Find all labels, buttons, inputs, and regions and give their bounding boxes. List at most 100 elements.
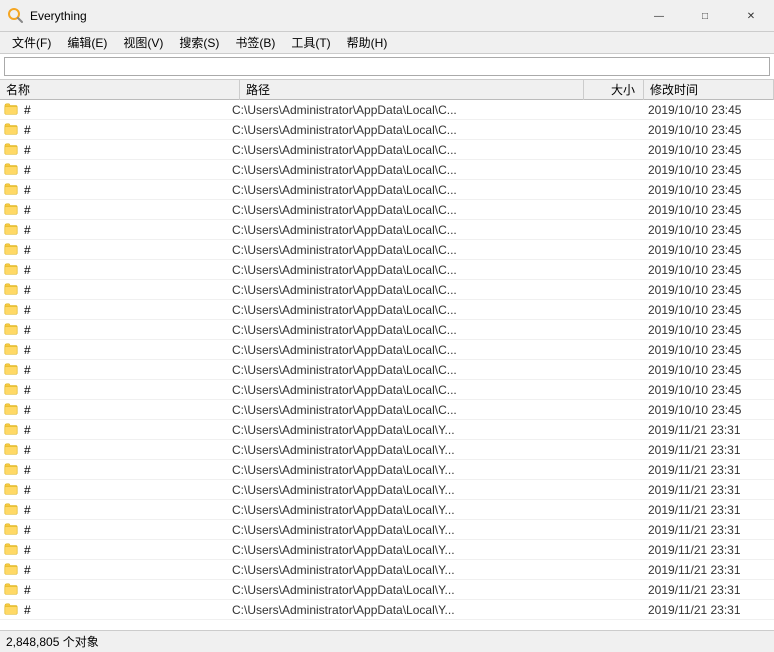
- menu-item-t[interactable]: 工具(T): [283, 32, 338, 53]
- table-row[interactable]: # C:\Users\Administrator\AppData\Local\Y…: [0, 540, 774, 560]
- cell-modified: 2019/11/21 23:31: [644, 443, 774, 457]
- cell-modified: 2019/10/10 23:45: [644, 403, 774, 417]
- col-header-path[interactable]: 路径: [240, 80, 584, 100]
- cell-name: #: [24, 583, 228, 597]
- cell-name: #: [24, 563, 228, 577]
- cell-modified: 2019/11/21 23:31: [644, 563, 774, 577]
- table-row[interactable]: # C:\Users\Administrator\AppData\Local\C…: [0, 320, 774, 340]
- cell-path: C:\Users\Administrator\AppData\Local\C..…: [228, 203, 584, 217]
- table-row[interactable]: # C:\Users\Administrator\AppData\Local\C…: [0, 400, 774, 420]
- table-row[interactable]: # C:\Users\Administrator\AppData\Local\C…: [0, 280, 774, 300]
- cell-path: C:\Users\Administrator\AppData\Local\Y..…: [228, 423, 584, 437]
- cell-name: #: [24, 143, 228, 157]
- cell-path: C:\Users\Administrator\AppData\Local\C..…: [228, 143, 584, 157]
- table-row[interactable]: # C:\Users\Administrator\AppData\Local\C…: [0, 340, 774, 360]
- folder-icon: [4, 122, 22, 138]
- menu-item-s[interactable]: 搜索(S): [171, 32, 227, 53]
- cell-path: C:\Users\Administrator\AppData\Local\Y..…: [228, 443, 584, 457]
- cell-modified: 2019/10/10 23:45: [644, 303, 774, 317]
- cell-name: #: [24, 483, 228, 497]
- cell-name: #: [24, 103, 228, 117]
- title-bar: Everything — □ ✕: [0, 0, 774, 32]
- cell-path: C:\Users\Administrator\AppData\Local\C..…: [228, 303, 584, 317]
- table-row[interactable]: # C:\Users\Administrator\AppData\Local\C…: [0, 100, 774, 120]
- table-row[interactable]: # C:\Users\Administrator\AppData\Local\Y…: [0, 440, 774, 460]
- folder-icon: [4, 382, 22, 398]
- folder-icon: [4, 202, 22, 218]
- menu-item-h[interactable]: 帮助(H): [339, 32, 396, 53]
- cell-modified: 2019/10/10 23:45: [644, 183, 774, 197]
- cell-modified: 2019/11/21 23:31: [644, 503, 774, 517]
- folder-icon: [4, 282, 22, 298]
- table-row[interactable]: # C:\Users\Administrator\AppData\Local\Y…: [0, 420, 774, 440]
- cell-name: #: [24, 283, 228, 297]
- main-content: 名称 路径 大小 修改时间 # C:\Users\Administrator\A…: [0, 80, 774, 630]
- table-row[interactable]: # C:\Users\Administrator\AppData\Local\C…: [0, 240, 774, 260]
- cell-modified: 2019/10/10 23:45: [644, 103, 774, 117]
- folder-icon: [4, 302, 22, 318]
- column-headers: 名称 路径 大小 修改时间: [0, 80, 774, 100]
- folder-icon: [4, 602, 22, 618]
- status-bar: 2,848,805 个对象: [0, 630, 774, 652]
- maximize-button[interactable]: □: [682, 0, 728, 32]
- table-row[interactable]: # C:\Users\Administrator\AppData\Local\Y…: [0, 560, 774, 580]
- cell-modified: 2019/10/10 23:45: [644, 123, 774, 137]
- cell-modified: 2019/11/21 23:31: [644, 483, 774, 497]
- col-header-modified[interactable]: 修改时间: [644, 80, 774, 100]
- folder-icon: [4, 402, 22, 418]
- search-bar: [0, 54, 774, 80]
- cell-path: C:\Users\Administrator\AppData\Local\C..…: [228, 403, 584, 417]
- menu-item-e[interactable]: 编辑(E): [59, 32, 115, 53]
- folder-icon: [4, 562, 22, 578]
- table-row[interactable]: # C:\Users\Administrator\AppData\Local\C…: [0, 120, 774, 140]
- cell-path: C:\Users\Administrator\AppData\Local\Y..…: [228, 603, 584, 617]
- menu-item-v[interactable]: 视图(V): [115, 32, 171, 53]
- table-row[interactable]: # C:\Users\Administrator\AppData\Local\C…: [0, 160, 774, 180]
- cell-path: C:\Users\Administrator\AppData\Local\Y..…: [228, 463, 584, 477]
- table-row[interactable]: # C:\Users\Administrator\AppData\Local\Y…: [0, 500, 774, 520]
- cell-modified: 2019/11/21 23:31: [644, 523, 774, 537]
- folder-icon: [4, 442, 22, 458]
- table-row[interactable]: # C:\Users\Administrator\AppData\Local\C…: [0, 220, 774, 240]
- cell-path: C:\Users\Administrator\AppData\Local\C..…: [228, 263, 584, 277]
- cell-path: C:\Users\Administrator\AppData\Local\C..…: [228, 103, 584, 117]
- folder-icon: [4, 182, 22, 198]
- status-text: 2,848,805 个对象: [6, 633, 99, 650]
- cell-modified: 2019/11/21 23:31: [644, 463, 774, 477]
- table-row[interactable]: # C:\Users\Administrator\AppData\Local\Y…: [0, 460, 774, 480]
- close-button[interactable]: ✕: [728, 0, 774, 32]
- folder-icon: [4, 222, 22, 238]
- cell-modified: 2019/10/10 23:45: [644, 343, 774, 357]
- minimize-button[interactable]: —: [636, 0, 682, 32]
- table-row[interactable]: # C:\Users\Administrator\AppData\Local\C…: [0, 180, 774, 200]
- folder-icon: [4, 342, 22, 358]
- cell-modified: 2019/10/10 23:45: [644, 203, 774, 217]
- cell-name: #: [24, 323, 228, 337]
- table-row[interactable]: # C:\Users\Administrator\AppData\Local\Y…: [0, 520, 774, 540]
- cell-modified: 2019/11/21 23:31: [644, 583, 774, 597]
- folder-icon: [4, 482, 22, 498]
- cell-name: #: [24, 503, 228, 517]
- table-row[interactable]: # C:\Users\Administrator\AppData\Local\C…: [0, 200, 774, 220]
- table-row[interactable]: # C:\Users\Administrator\AppData\Local\C…: [0, 360, 774, 380]
- table-row[interactable]: # C:\Users\Administrator\AppData\Local\C…: [0, 260, 774, 280]
- col-header-name[interactable]: 名称: [0, 80, 240, 100]
- window-controls: — □ ✕: [636, 0, 774, 32]
- table-row[interactable]: # C:\Users\Administrator\AppData\Local\C…: [0, 380, 774, 400]
- table-row[interactable]: # C:\Users\Administrator\AppData\Local\C…: [0, 140, 774, 160]
- cell-name: #: [24, 243, 228, 257]
- folder-icon: [4, 502, 22, 518]
- menu-item-b[interactable]: 书签(B): [227, 32, 283, 53]
- table-row[interactable]: # C:\Users\Administrator\AppData\Local\Y…: [0, 480, 774, 500]
- search-input[interactable]: [4, 57, 770, 76]
- cell-name: #: [24, 523, 228, 537]
- col-header-size[interactable]: 大小: [584, 80, 644, 100]
- table-row[interactable]: # C:\Users\Administrator\AppData\Local\Y…: [0, 580, 774, 600]
- table-row[interactable]: # C:\Users\Administrator\AppData\Local\C…: [0, 300, 774, 320]
- folder-icon: [4, 262, 22, 278]
- file-list[interactable]: # C:\Users\Administrator\AppData\Local\C…: [0, 100, 774, 630]
- cell-name: #: [24, 543, 228, 557]
- menu-item-f[interactable]: 文件(F): [4, 32, 59, 53]
- table-row[interactable]: # C:\Users\Administrator\AppData\Local\Y…: [0, 600, 774, 620]
- folder-icon: [4, 142, 22, 158]
